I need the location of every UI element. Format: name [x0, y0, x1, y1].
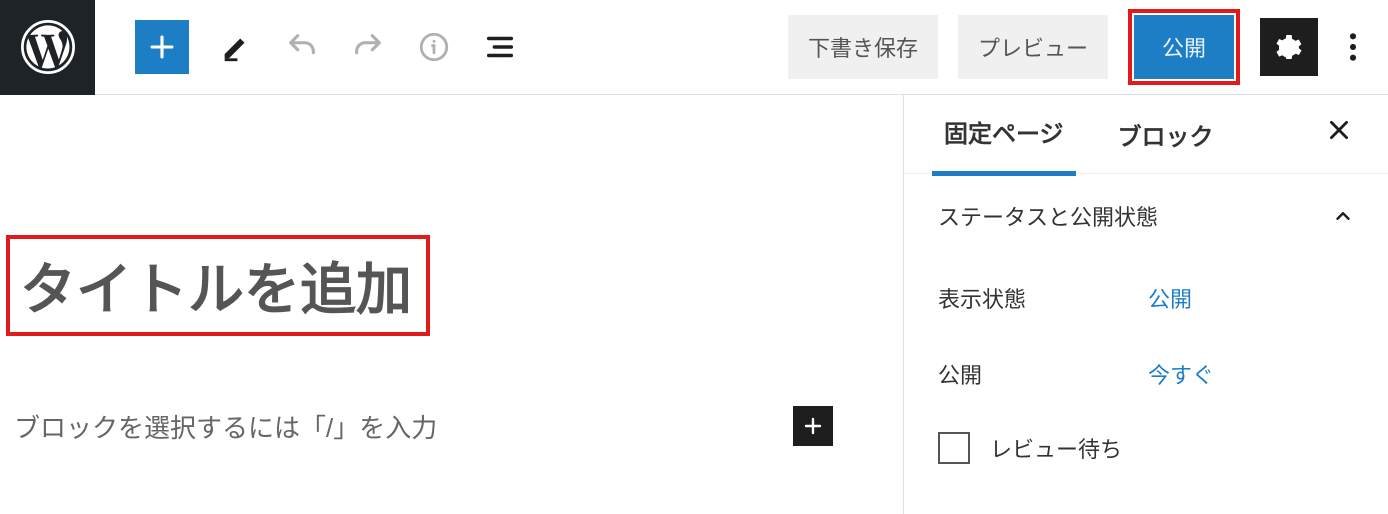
- settings-sidebar: 固定ページ ブロック ステータスと公開状態 表示状態 公開 公開 今すぐ レビュ…: [903, 95, 1388, 514]
- undo-button[interactable]: [283, 28, 321, 66]
- plus-icon: [801, 414, 825, 438]
- info-button[interactable]: [415, 28, 453, 66]
- panel-status-body: 表示状態 公開 公開 今すぐ レビュー待ち: [904, 254, 1388, 504]
- wordpress-icon: [20, 19, 76, 75]
- save-draft-button[interactable]: 下書き保存: [788, 15, 938, 79]
- add-block-toolbar-button[interactable]: [135, 20, 189, 74]
- pending-review-row: レビュー待ち: [938, 412, 1354, 484]
- pending-review-label: レビュー待ち: [990, 432, 1122, 464]
- toolbar-right-group: 下書き保存 プレビュー 公開: [788, 9, 1388, 85]
- redo-icon: [351, 30, 385, 64]
- more-options-button[interactable]: [1338, 18, 1368, 76]
- visibility-value[interactable]: 公開: [1148, 282, 1192, 314]
- editor-canvas: タイトルを追加 ブロックを選択するには「/」を入力: [0, 95, 903, 514]
- toolbar-left-group: [95, 20, 519, 74]
- publish-button-highlight: 公開: [1128, 9, 1240, 85]
- close-sidebar-button[interactable]: [1318, 109, 1360, 159]
- chevron-up-icon: [1332, 205, 1354, 227]
- publish-label: 公開: [938, 358, 1148, 390]
- main-area: タイトルを追加 ブロックを選択するには「/」を入力 固定ページ ブロック ステー…: [0, 95, 1388, 514]
- settings-button[interactable]: [1260, 18, 1318, 76]
- top-toolbar: 下書き保存 プレビュー 公開: [0, 0, 1388, 95]
- add-block-inline-button[interactable]: [793, 406, 833, 446]
- list-icon: [483, 30, 517, 64]
- tab-block[interactable]: ブロック: [1106, 95, 1226, 174]
- sidebar-tabs: 固定ページ ブロック: [904, 95, 1388, 173]
- edit-mode-button[interactable]: [217, 28, 255, 66]
- pencil-icon: [219, 30, 253, 64]
- block-prompt-row: ブロックを選択するには「/」を入力: [0, 406, 903, 446]
- plus-icon: [145, 30, 179, 64]
- close-icon: [1326, 117, 1352, 143]
- publish-button[interactable]: 公開: [1134, 15, 1234, 79]
- info-icon: [417, 30, 451, 64]
- redo-button[interactable]: [349, 28, 387, 66]
- tab-page[interactable]: 固定ページ: [932, 92, 1076, 176]
- undo-icon: [285, 30, 319, 64]
- gear-icon: [1273, 31, 1305, 63]
- title-highlight: タイトルを追加: [6, 235, 430, 336]
- kebab-icon: [1349, 31, 1357, 63]
- pending-review-checkbox[interactable]: [938, 432, 970, 464]
- panel-status-title: ステータスと公開状態: [938, 200, 1158, 232]
- publish-value[interactable]: 今すぐ: [1148, 358, 1214, 390]
- visibility-label: 表示状態: [938, 282, 1148, 314]
- post-title-input[interactable]: タイトルを追加: [20, 245, 412, 326]
- panel-status-header[interactable]: ステータスと公開状態: [904, 173, 1388, 254]
- wordpress-logo[interactable]: [0, 0, 95, 95]
- block-placeholder-text[interactable]: ブロックを選択するには「/」を入力: [14, 408, 793, 445]
- publish-row: 公開 今すぐ: [938, 336, 1354, 412]
- preview-button[interactable]: プレビュー: [958, 15, 1108, 79]
- visibility-row: 表示状態 公開: [938, 260, 1354, 336]
- outline-button[interactable]: [481, 28, 519, 66]
